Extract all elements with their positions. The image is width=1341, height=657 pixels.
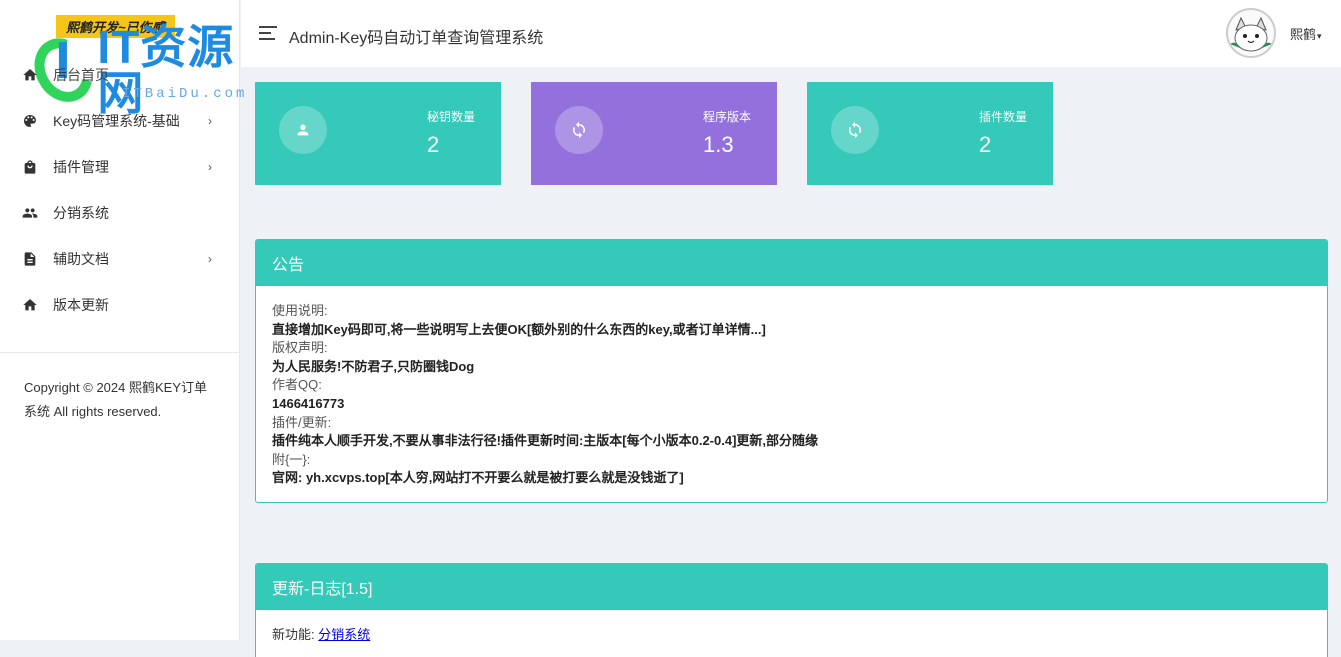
stat-value: 2: [979, 132, 992, 157]
panel-title: 更新-日志[1.5]: [256, 564, 1327, 610]
stat-label: 秘钥数量: [427, 110, 476, 124]
distribution-link[interactable]: 分销系统: [318, 627, 370, 642]
sidebar-item-label: 分销系统: [53, 205, 109, 221]
avatar[interactable]: [1226, 8, 1276, 58]
chevron-right-icon: ›: [208, 160, 212, 174]
notice-label: 插件/更新:: [272, 414, 332, 430]
notice-text: 为人民服务!不防君子,只防圈钱Dog: [272, 358, 475, 374]
sidebar-item-docs[interactable]: 辅助文档 ›: [0, 236, 240, 282]
user-menu[interactable]: 熙鹤▾: [1290, 24, 1322, 43]
sidebar-item-label: 后台首页: [53, 67, 109, 83]
sidebar-item-label: 插件管理: [53, 159, 109, 175]
stat-label: 程序版本: [703, 110, 752, 124]
chevron-down-icon: ▾: [1317, 31, 1322, 41]
refresh-icon: [831, 106, 879, 154]
sidebar-item-version-update[interactable]: 版本更新: [0, 282, 240, 328]
notice-text: 直接增加Key码即可,将一些说明写上去便OK[额外别的什么东西的key,或者订单…: [272, 321, 766, 337]
username-label: 熙鹤: [1290, 27, 1317, 42]
copyright-text: Copyright © 2024 熙鹤KEY订单系统 All rights re…: [24, 380, 207, 419]
people-icon: [22, 205, 38, 221]
home-icon: [22, 297, 38, 313]
palette-icon: [22, 113, 38, 129]
stat-card-plugins: 插件数量 2: [807, 82, 1053, 185]
top-header: Admin-Key码自动订单查询管理系统 熙鹤▾: [241, 0, 1341, 67]
home-icon: [22, 67, 38, 83]
sidebar-item-key-management[interactable]: Key码管理系统-基础 ›: [0, 98, 240, 144]
person-icon: [279, 106, 327, 154]
app-title: Admin-Key码自动订单查询管理系统: [289, 30, 544, 47]
sidebar-menu: 后台首页 Key码管理系统-基础 › 插件管理 › 分销系统 辅助文档 › 版本…: [0, 52, 240, 328]
sidebar: 熙鹤开发~已伤感 IT资源网 ITBaiDu.com 后台首页 Key码管理系统…: [0, 0, 244, 640]
changelog-body: 新功能: 分销系统: [256, 610, 1327, 657]
stat-value: 2: [427, 132, 440, 157]
notice-text: 官网: yh.xcvps.top[本人穷,网站打不开要么就是被打要么就是没钱逝了…: [272, 470, 684, 486]
stat-value: 1.3: [703, 132, 734, 157]
chevron-right-icon: ›: [208, 114, 212, 128]
stat-card-version: 程序版本 1.3: [531, 82, 777, 185]
notice-label: 作者QQ:: [272, 377, 322, 393]
notice-body: 使用说明: 直接增加Key码即可,将一些说明写上去便OK[额外别的什么东西的ke…: [256, 286, 1327, 502]
notice-label: 附{一}:: [272, 451, 311, 467]
chevron-right-icon: ›: [208, 252, 212, 266]
sidebar-item-label: 辅助文档: [53, 251, 109, 267]
bag-icon: [22, 159, 38, 175]
sidebar-item-label: Key码管理系统-基础: [53, 113, 180, 129]
changelog-panel: 更新-日志[1.5] 新功能: 分销系统: [255, 563, 1328, 657]
sidebar-item-plugins[interactable]: 插件管理 ›: [0, 144, 240, 190]
sidebar-item-distribution[interactable]: 分销系统: [0, 190, 240, 236]
stat-label: 插件数量: [979, 110, 1028, 124]
notice-text: 1466416773: [272, 395, 345, 411]
stat-card-keys: 秘钥数量 2: [255, 82, 501, 185]
document-icon: [22, 251, 38, 267]
changelog-prefix: 新功能:: [272, 627, 319, 642]
sidebar-item-label: 版本更新: [53, 297, 109, 313]
refresh-icon: [555, 106, 603, 154]
menu-toggle-icon[interactable]: [259, 26, 277, 44]
notice-label: 使用说明:: [272, 303, 328, 318]
notice-text: 插件纯本人顺手开发,不要从事非法行径!插件更新时间:主版本[每个小版本0.2-0…: [272, 433, 819, 449]
sidebar-footer-strip: [0, 640, 241, 657]
notice-label: 版权声明:: [272, 340, 328, 356]
sidebar-item-dashboard[interactable]: 后台首页: [0, 52, 240, 98]
notice-panel: 公告 使用说明: 直接增加Key码即可,将一些说明写上去便OK[额外别的什么东西…: [255, 239, 1328, 503]
sidebar-divider: [0, 352, 240, 353]
panel-title: 公告: [256, 240, 1327, 286]
